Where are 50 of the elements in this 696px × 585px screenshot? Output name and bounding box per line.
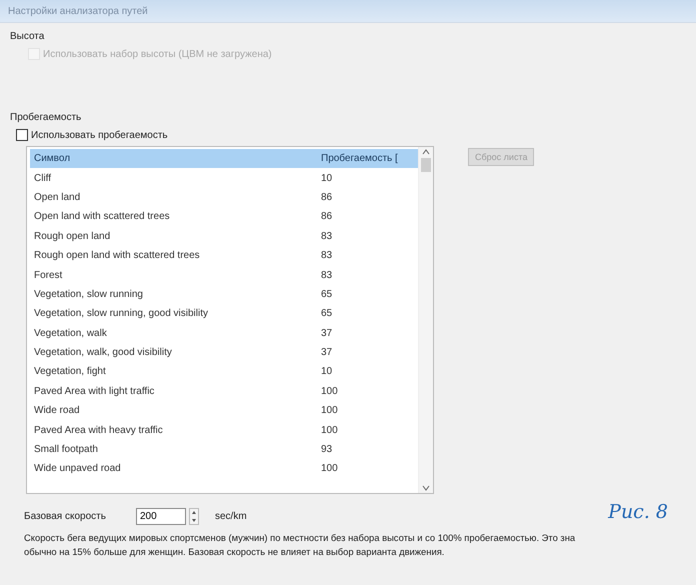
table-cell-text: 10 xyxy=(320,172,334,184)
table-cell-text: 100 xyxy=(320,424,339,436)
checkbox-label: Использовать пробегаемость xyxy=(31,130,168,140)
section-title: Высота xyxy=(10,31,46,42)
scroll-thumb[interactable] xyxy=(421,158,431,172)
table-cell-text: 83 xyxy=(320,270,334,281)
table-cell-text: Forest xyxy=(33,270,64,281)
table-cell-text: Rough open land xyxy=(33,230,112,242)
table-cell-text: Rough open land with scattered trees xyxy=(33,250,201,262)
table-cell-text: 83 xyxy=(320,250,334,262)
table-cell-text: 100 xyxy=(320,386,339,397)
table-cell-text: 83 xyxy=(320,230,334,242)
unit-label: sec/km xyxy=(215,511,247,522)
speed-field[interactable]: 200 xyxy=(136,508,186,525)
table-cell-text: Vegetation, walk xyxy=(33,328,108,339)
column-header[interactable]: Символ xyxy=(30,153,317,164)
table-cell-text: Open land with scattered trees xyxy=(33,211,171,222)
table-cell-text: Paved Area with light traffic xyxy=(33,386,156,397)
table-cell-text: 100 xyxy=(320,405,339,416)
table-cell-text: Vegetation, slow running, good visibility xyxy=(33,308,209,320)
checkbox-label: Использовать набор высоты (ЦВМ не загружена) xyxy=(43,48,272,60)
table-cell-text: Wide road xyxy=(33,405,81,416)
table-cell-text: 100 xyxy=(320,463,339,474)
scroll-up-icon[interactable] xyxy=(422,149,430,155)
table-cell-text: Vegetation, slow running xyxy=(33,288,144,300)
figure-caption: Рис. 8 xyxy=(608,500,668,522)
table-cell-text: 86 xyxy=(320,211,334,222)
column-header[interactable]: Пробегаемость [ xyxy=(317,153,418,164)
checkbox[interactable] xyxy=(16,129,28,141)
description-text: Скорость бега ведущих мировых спортсменов (мужчин) по местности без набора высоты и со 100% пробегаемостью. Это зна обычно на 15% больше для женщин. Базовая скорость не влияет на выбор варианта движения. xyxy=(24,531,576,559)
table-cell-text: Vegetation, walk, good visibility xyxy=(33,347,173,358)
window-title: Настройки анализатора путей xyxy=(8,6,148,16)
table-cell-text: Cliff xyxy=(33,172,52,184)
table-cell-text: 93 xyxy=(320,444,334,456)
table-cell-text: Wide unpaved road xyxy=(33,463,122,474)
scroll-down-icon[interactable] xyxy=(422,485,430,491)
table-cell-text: Small footpath xyxy=(33,444,99,456)
table-cell-text: 37 xyxy=(320,347,334,358)
table-cell-text: Open land xyxy=(33,192,82,203)
table-cell-text: 37 xyxy=(320,328,334,339)
field-label: Базовая скорость xyxy=(24,511,107,522)
table-cell-text: 86 xyxy=(320,192,334,203)
table-cell-text: Paved Area with heavy traffic xyxy=(33,424,164,436)
table-cell-text: 65 xyxy=(320,308,334,320)
spinner-icon[interactable] xyxy=(189,508,199,525)
table-cell-text: Vegetation, fight xyxy=(33,366,107,378)
section-title: Пробегаемость xyxy=(10,112,82,123)
scrollbar[interactable] xyxy=(418,147,433,493)
table-cell-text: 65 xyxy=(320,288,334,300)
table-cell-text: 10 xyxy=(320,366,334,378)
